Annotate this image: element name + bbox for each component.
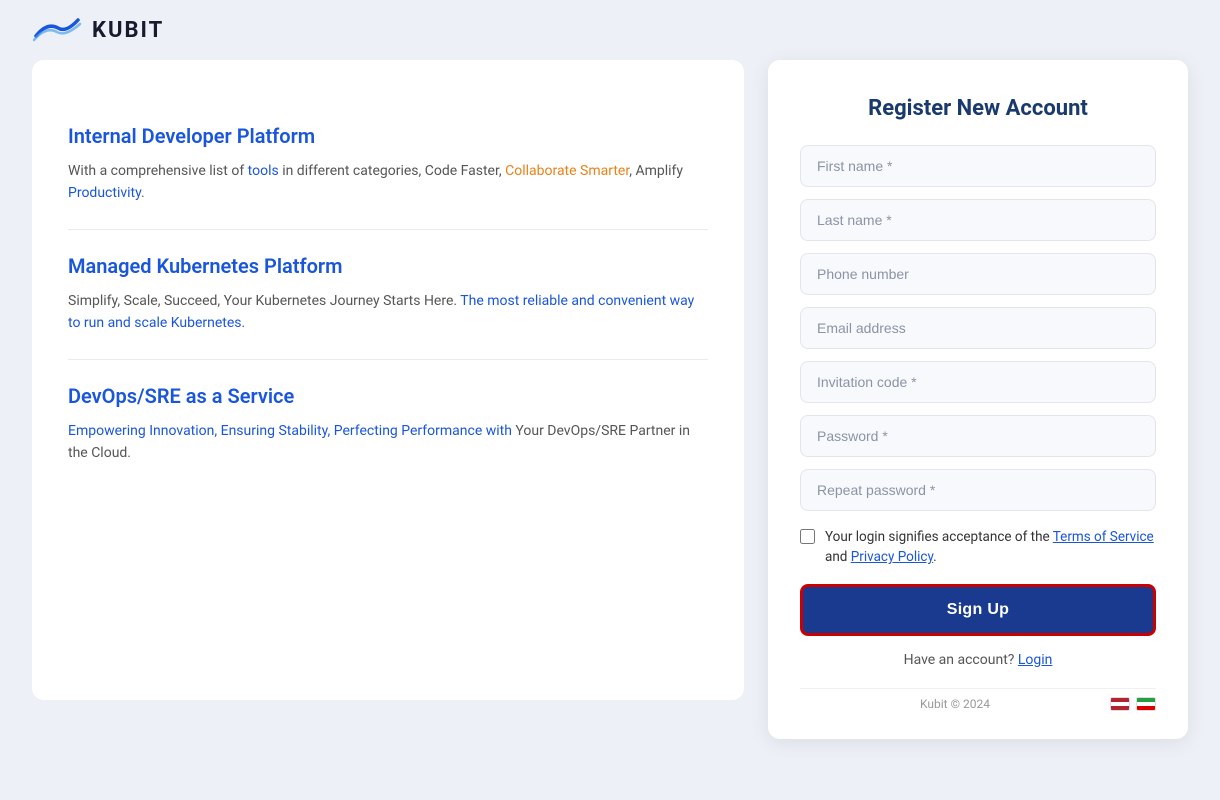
- signup-button[interactable]: Sign Up: [800, 584, 1156, 636]
- highlight: Empowering Innovation, Ensuring Stabilit…: [68, 423, 515, 439]
- highlight: Productivity: [68, 185, 141, 201]
- email-input[interactable]: [800, 307, 1156, 349]
- feature-title-k8s: Managed Kubernetes Platform: [68, 254, 708, 278]
- logo-text: KUBIT: [92, 18, 164, 43]
- left-panel: Internal Developer Platform With a compr…: [32, 60, 744, 700]
- footer-flags: [1110, 697, 1156, 711]
- privacy-policy-link[interactable]: Privacy Policy: [851, 549, 933, 565]
- email-group: [800, 307, 1156, 349]
- terms-row: Your login signifies acceptance of the T…: [800, 527, 1156, 568]
- first-name-group: [800, 145, 1156, 187]
- password-input[interactable]: [800, 415, 1156, 457]
- repeat-password-group: [800, 469, 1156, 511]
- register-title: Register New Account: [800, 96, 1156, 121]
- last-name-input[interactable]: [800, 199, 1156, 241]
- feature-desc-idp: With a comprehensive list of tools in di…: [68, 160, 708, 205]
- repeat-password-input[interactable]: [800, 469, 1156, 511]
- feature-desc-k8s: Simplify, Scale, Succeed, Your Kubernete…: [68, 290, 708, 335]
- first-name-input[interactable]: [800, 145, 1156, 187]
- invitation-group: [800, 361, 1156, 403]
- logo-icon: [32, 16, 82, 44]
- feature-desc-devops: Empowering Innovation, Ensuring Stabilit…: [68, 420, 708, 465]
- register-panel: Register New Account Your login signifie…: [768, 60, 1188, 739]
- invitation-input[interactable]: [800, 361, 1156, 403]
- terms-text: Your login signifies acceptance of the T…: [825, 527, 1156, 568]
- top-bar: KUBIT: [0, 0, 1220, 60]
- footer-row: Kubit © 2024: [800, 688, 1156, 711]
- phone-group: [800, 253, 1156, 295]
- terms-of-service-link[interactable]: Terms of Service: [1053, 529, 1154, 545]
- highlight: tools: [248, 163, 279, 179]
- feature-section-idp: Internal Developer Platform With a compr…: [68, 100, 708, 230]
- main-content: Internal Developer Platform With a compr…: [0, 60, 1220, 800]
- last-name-group: [800, 199, 1156, 241]
- phone-input[interactable]: [800, 253, 1156, 295]
- feature-section-k8s: Managed Kubernetes Platform Simplify, Sc…: [68, 230, 708, 360]
- login-link[interactable]: Login: [1018, 652, 1053, 668]
- highlight: Collaborate Smarter: [505, 163, 629, 179]
- login-row: Have an account? Login: [800, 652, 1156, 668]
- flag-us: [1110, 697, 1130, 711]
- terms-checkbox[interactable]: [800, 529, 815, 544]
- password-group: [800, 415, 1156, 457]
- flag-ir: [1136, 697, 1156, 711]
- highlight: The most reliable and convenient way to …: [68, 293, 694, 331]
- feature-title-devops: DevOps/SRE as a Service: [68, 384, 708, 408]
- logo: KUBIT: [32, 16, 164, 44]
- feature-title-idp: Internal Developer Platform: [68, 124, 708, 148]
- feature-section-devops: DevOps/SRE as a Service Empowering Innov…: [68, 360, 708, 489]
- footer-copy: Kubit © 2024: [800, 697, 1110, 711]
